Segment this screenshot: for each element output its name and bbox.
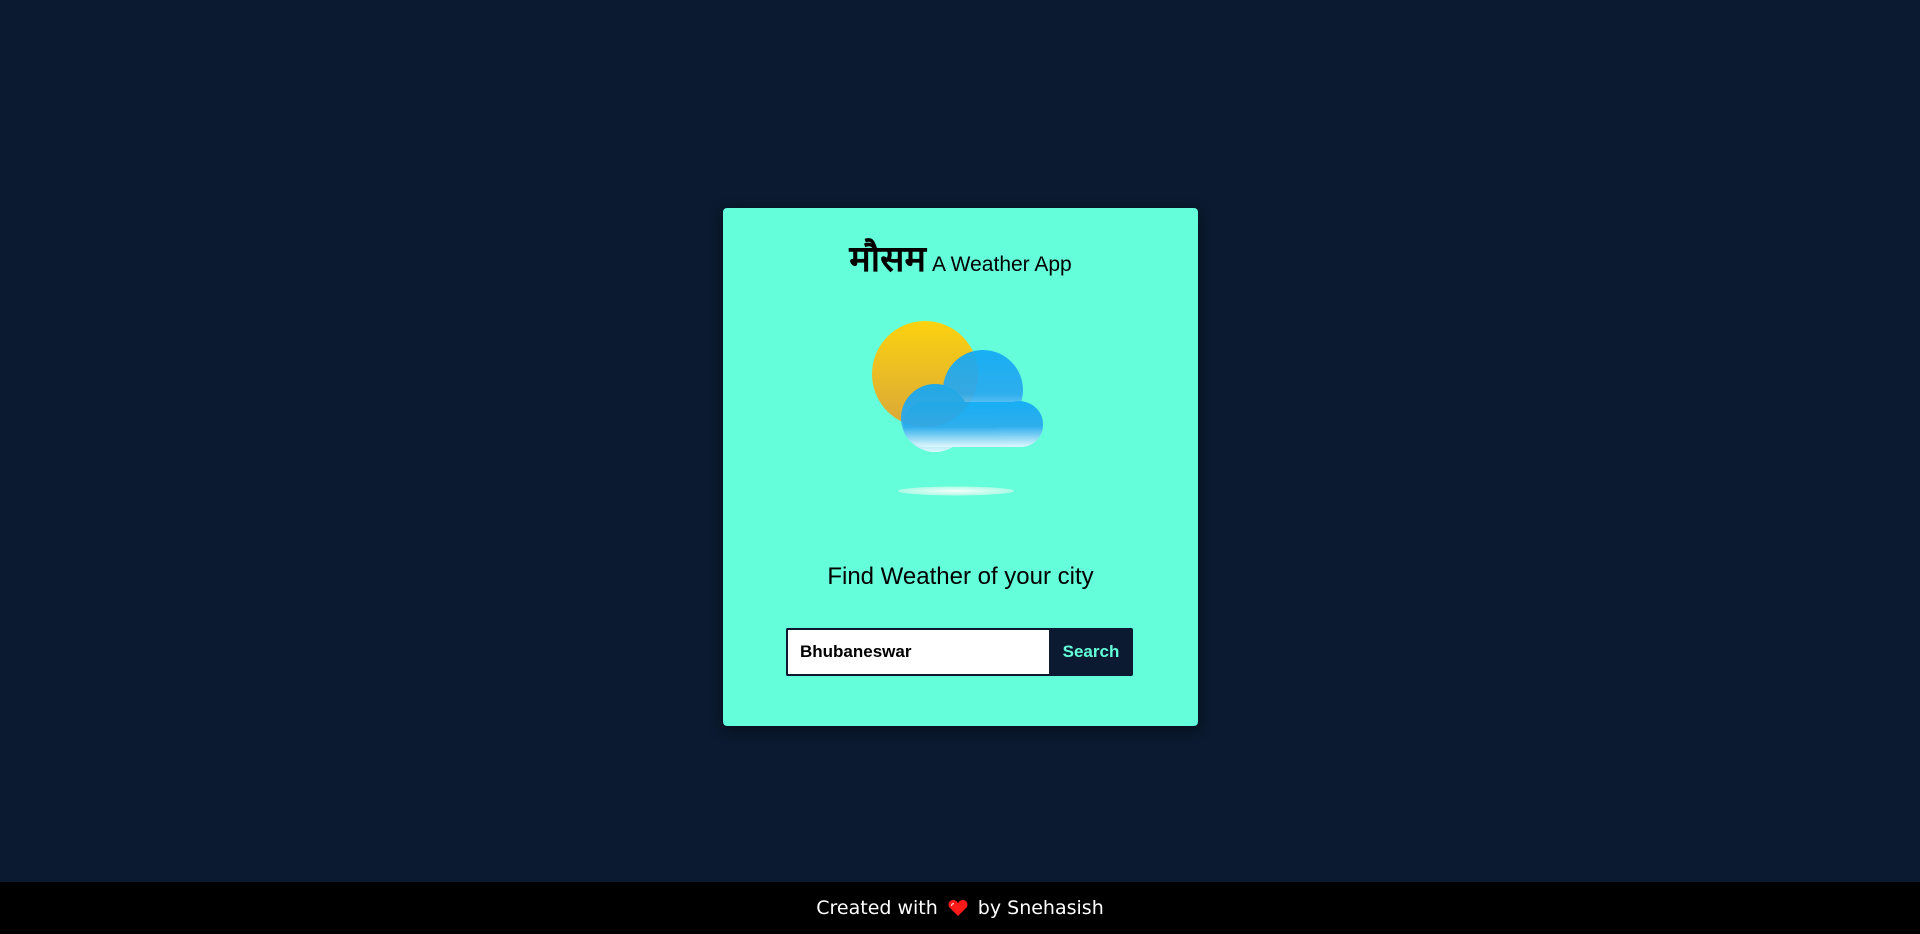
app-title-hindi: मौसम xyxy=(849,239,926,280)
footer-prefix: Created with xyxy=(816,897,938,919)
search-bar: Search xyxy=(786,628,1133,676)
weather-card: मौसम A Weather App Find Weather of your … xyxy=(723,208,1198,726)
heart-icon xyxy=(948,900,968,916)
partly-cloudy-icon xyxy=(872,321,1043,496)
city-search-input[interactable] xyxy=(786,628,1049,676)
find-weather-heading: Find Weather of your city xyxy=(827,563,1094,590)
page: मौसम A Weather App Find Weather of your … xyxy=(0,0,1920,934)
app-title: मौसम A Weather App xyxy=(723,233,1198,282)
app-subtitle: A Weather App xyxy=(932,253,1072,276)
footer: Created with by Snehasish xyxy=(0,882,1920,934)
shadow-ellipse xyxy=(898,486,1014,496)
footer-suffix: by Snehasish xyxy=(977,897,1104,919)
search-button[interactable]: Search xyxy=(1049,628,1133,676)
